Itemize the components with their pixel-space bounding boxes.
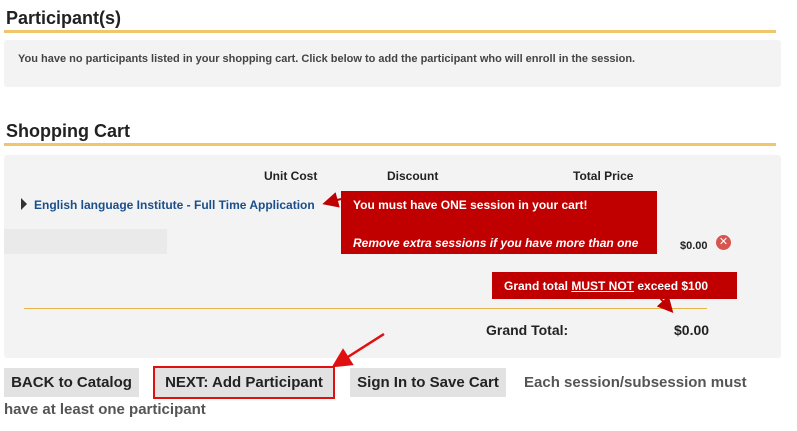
- sign-in-save-cart-button[interactable]: Sign In to Save Cart: [350, 368, 506, 397]
- back-to-catalog-button[interactable]: BACK to Catalog: [4, 368, 139, 397]
- next-add-participant-button[interactable]: NEXT: Add Participant: [153, 366, 335, 399]
- participant-requirement-note-cont: have at least one participant: [4, 401, 206, 418]
- annotation-arrows: [322, 192, 674, 368]
- participant-requirement-note: Each session/subsession must: [524, 374, 747, 391]
- arrow-to-item: [322, 192, 342, 208]
- arrow-to-grand-total: [656, 295, 674, 313]
- arrow-to-next-button: [331, 332, 385, 368]
